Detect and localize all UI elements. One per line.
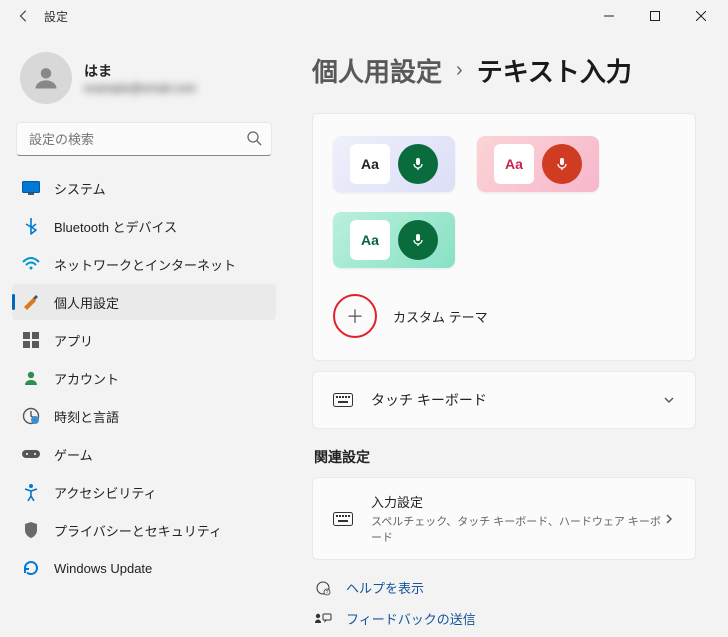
theme-sample-text: Aa: [494, 144, 534, 184]
sidebar-item-accessibility[interactable]: アクセシビリティ: [12, 474, 276, 510]
sidebar-item-apps[interactable]: アプリ: [12, 322, 276, 358]
back-button[interactable]: [16, 8, 32, 24]
sidebar-item-label: Bluetooth とデバイス: [54, 217, 177, 236]
system-icon: [22, 179, 40, 197]
apps-icon: [22, 331, 40, 349]
breadcrumb-separator: ›: [456, 59, 463, 82]
main-content: 個人用設定 › テキスト入力 Aa Aa Aa: [280, 32, 728, 637]
related-settings-header: 関連設定: [314, 447, 696, 467]
person-icon: [22, 369, 40, 387]
sidebar-item-label: プライバシーとセキュリティ: [54, 521, 222, 540]
theme-sample-text: Aa: [350, 220, 390, 260]
touch-keyboard-label: タッチ キーボード: [371, 390, 487, 410]
sidebar-item-label: アプリ: [54, 331, 93, 350]
chevron-down-icon: [663, 394, 675, 406]
breadcrumb-parent[interactable]: 個人用設定: [312, 52, 442, 89]
bluetooth-icon: [22, 217, 40, 235]
sidebar-item-label: 個人用設定: [54, 293, 119, 312]
sidebar-item-label: アクセシビリティ: [54, 483, 157, 502]
sidebar-item-personalization[interactable]: 個人用設定: [12, 284, 276, 320]
search-icon: [246, 130, 262, 146]
theme-preset-default[interactable]: Aa: [333, 136, 455, 192]
sidebar-item-label: ゲーム: [54, 445, 93, 464]
sidebar-item-network[interactable]: ネットワークとインターネット: [12, 246, 276, 282]
help-link-text: ヘルプを表示: [346, 578, 424, 597]
help-link[interactable]: ? ヘルプを表示: [314, 578, 694, 597]
sidebar-item-time-language[interactable]: 時刻と言語: [12, 398, 276, 434]
themes-panel: Aa Aa Aa ＋ カスタム テーマ: [312, 113, 696, 361]
user-email: example@email.com: [84, 81, 196, 95]
theme-preset-green[interactable]: Aa: [333, 212, 455, 268]
gamepad-icon: [22, 445, 40, 463]
titlebar: 設定: [0, 0, 728, 32]
avatar: [20, 52, 72, 104]
sidebar-item-privacy[interactable]: プライバシーとセキュリティ: [12, 512, 276, 548]
sidebar-item-windows-update[interactable]: Windows Update: [12, 550, 276, 586]
wifi-icon: [22, 255, 40, 273]
paintbrush-icon: [22, 293, 40, 311]
sidebar-item-label: システム: [54, 179, 106, 198]
mic-icon: [398, 220, 438, 260]
close-button[interactable]: [678, 0, 724, 32]
feedback-icon: [314, 610, 332, 628]
input-settings-title: 入力設定: [371, 492, 663, 511]
keyboard-icon: [333, 512, 353, 526]
breadcrumb: 個人用設定 › テキスト入力: [312, 52, 696, 89]
sidebar: はま example@email.com システム Bluetooth とデバイ…: [0, 32, 280, 637]
add-icon: ＋: [333, 294, 377, 338]
keyboard-icon: [333, 393, 353, 407]
sidebar-item-label: ネットワークとインターネット: [54, 255, 236, 274]
custom-theme-label: カスタム テーマ: [393, 307, 488, 326]
feedback-link[interactable]: フィードバックの送信: [314, 609, 694, 628]
user-section[interactable]: はま example@email.com: [12, 44, 276, 122]
sidebar-item-label: Windows Update: [54, 561, 152, 576]
sidebar-item-accounts[interactable]: アカウント: [12, 360, 276, 396]
maximize-button[interactable]: [632, 0, 678, 32]
sidebar-item-label: 時刻と言語: [54, 407, 119, 426]
input-settings-card[interactable]: 入力設定 スペルチェック、タッチ キーボード、ハードウェア キーボード: [312, 477, 696, 560]
svg-text:?: ?: [326, 590, 329, 596]
accessibility-icon: [22, 483, 40, 501]
search-box: [16, 122, 272, 156]
help-icon: ?: [314, 579, 332, 597]
minimize-button[interactable]: [586, 0, 632, 32]
feedback-link-text: フィードバックの送信: [346, 609, 476, 628]
input-settings-subtitle: スペルチェック、タッチ キーボード、ハードウェア キーボード: [371, 513, 663, 545]
page-title: テキスト入力: [477, 52, 632, 89]
window-title: 設定: [44, 8, 68, 25]
custom-theme-button[interactable]: ＋ カスタム テーマ: [333, 288, 675, 338]
update-icon: [22, 559, 40, 577]
mic-icon: [398, 144, 438, 184]
chevron-right-icon: [663, 513, 675, 525]
sidebar-item-system[interactable]: システム: [12, 170, 276, 206]
theme-preset-pink[interactable]: Aa: [477, 136, 599, 192]
mic-icon: [542, 144, 582, 184]
touch-keyboard-card[interactable]: タッチ キーボード: [312, 371, 696, 429]
shield-icon: [22, 521, 40, 539]
sidebar-item-label: アカウント: [54, 369, 119, 388]
search-input[interactable]: [16, 122, 272, 156]
sidebar-item-gaming[interactable]: ゲーム: [12, 436, 276, 472]
sidebar-item-bluetooth[interactable]: Bluetooth とデバイス: [12, 208, 276, 244]
clock-globe-icon: [22, 407, 40, 425]
user-name: はま: [84, 61, 196, 81]
theme-sample-text: Aa: [350, 144, 390, 184]
